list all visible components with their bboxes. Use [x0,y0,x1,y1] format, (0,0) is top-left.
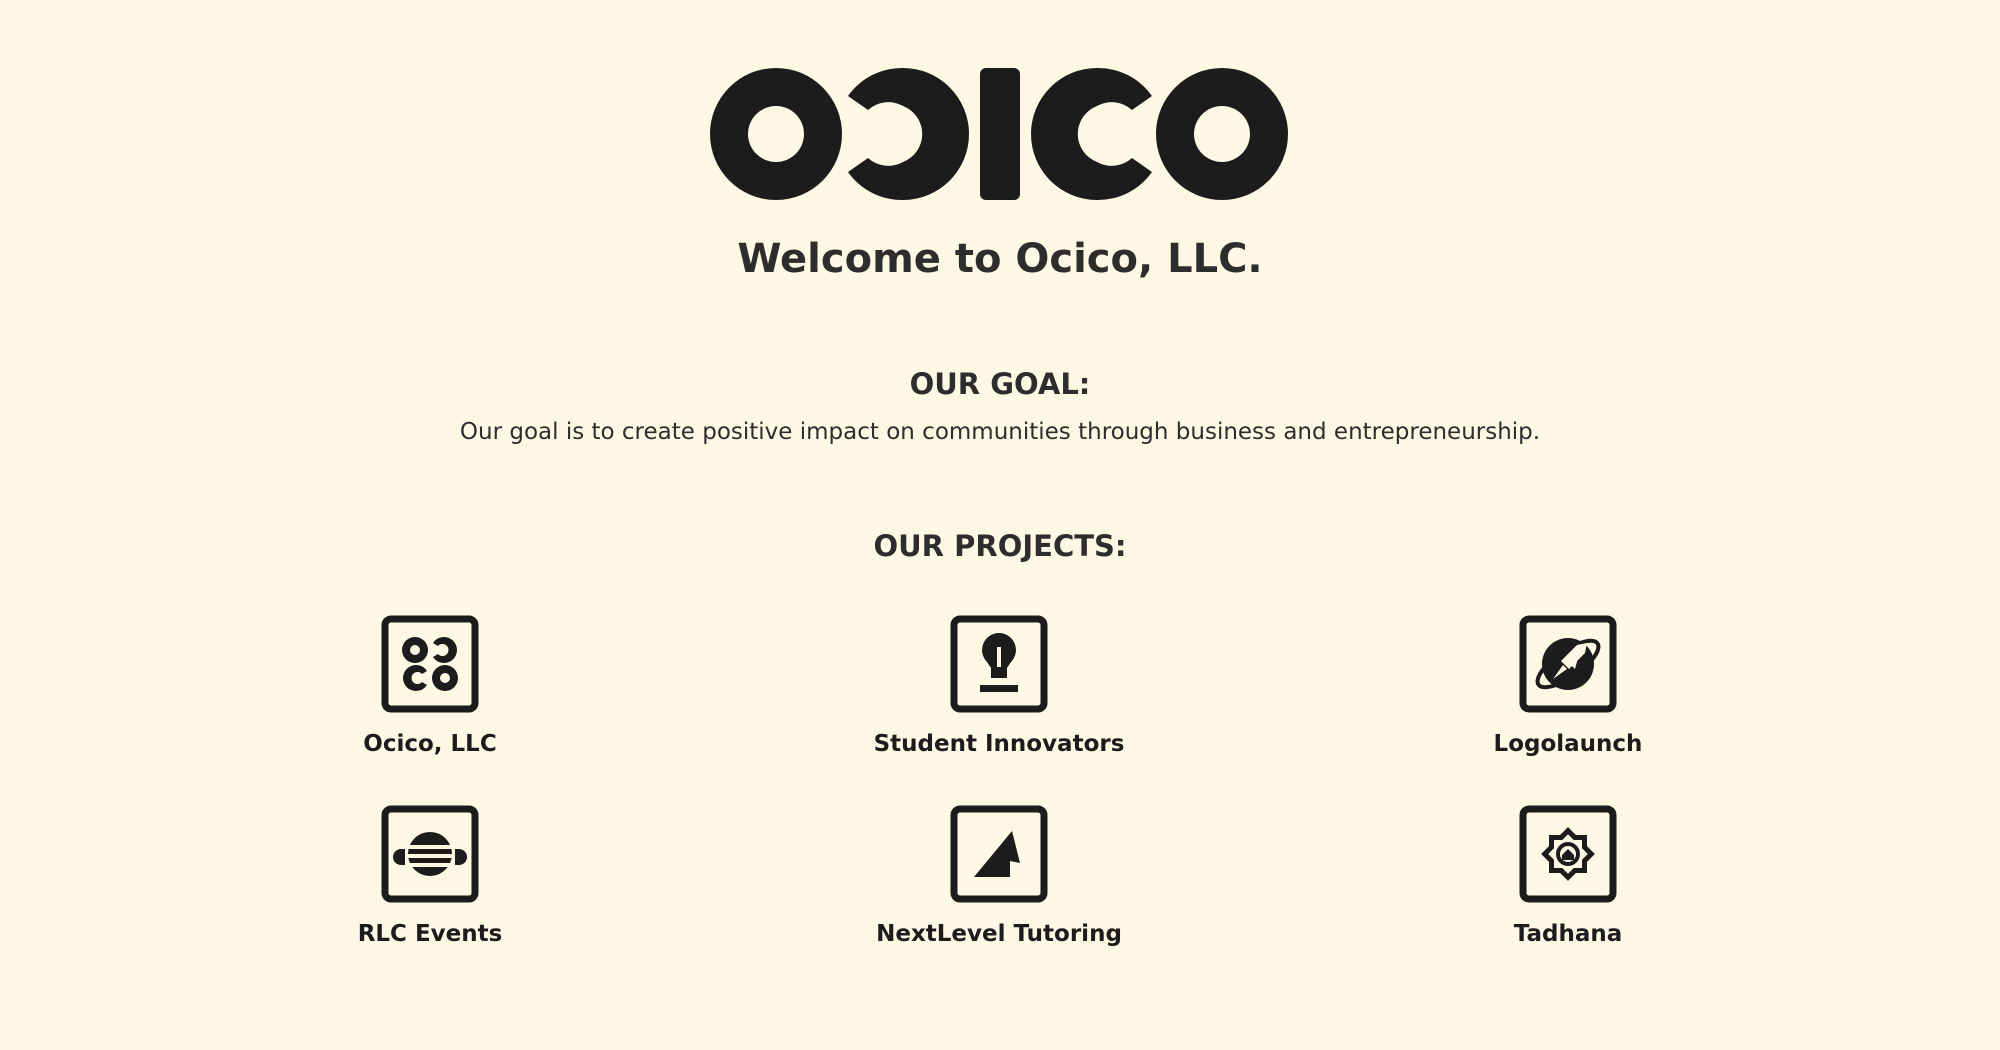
project-student-innovators[interactable]: Student Innovators [799,615,1199,761]
welcome-heading: Welcome to Ocico, LLC. [737,236,1263,282]
project-name[interactable]: RLC Events [230,917,630,951]
headphones-icon[interactable] [381,805,479,903]
lightbulb-icon[interactable] [950,615,1048,713]
ocico-logo[interactable] [708,66,1290,202]
goal-title: OUR GOAL: [909,367,1091,401]
project-tadhana[interactable]: Tadhana [1368,805,1768,951]
project-name[interactable]: NextLevel Tutoring [799,917,1199,951]
home-page: Welcome to Ocico, LLC. OUR GOAL: Our goa… [0,0,2000,1050]
project-nextlevel-tutoring[interactable]: NextLevel Tutoring [799,805,1199,951]
project-logolaunch[interactable]: Logolaunch [1368,615,1768,761]
projects-title: OUR PROJECTS: [873,529,1127,563]
project-name[interactable]: Ocico, LLC [230,727,630,761]
project-name[interactable]: Logolaunch [1368,727,1768,761]
triangle-icon[interactable] [950,805,1048,903]
goal-text: Our goal is to create positive impact on… [459,419,1541,445]
project-name[interactable]: Tadhana [1368,917,1768,951]
house-star-icon[interactable] [1519,805,1617,903]
project-rlc-events[interactable]: RLC Events [230,805,630,951]
project-ocico[interactable]: Ocico, LLC [230,615,630,761]
ocico-icon[interactable] [381,615,479,713]
rocket-icon[interactable] [1519,615,1617,713]
project-name[interactable]: Student Innovators [799,727,1199,761]
